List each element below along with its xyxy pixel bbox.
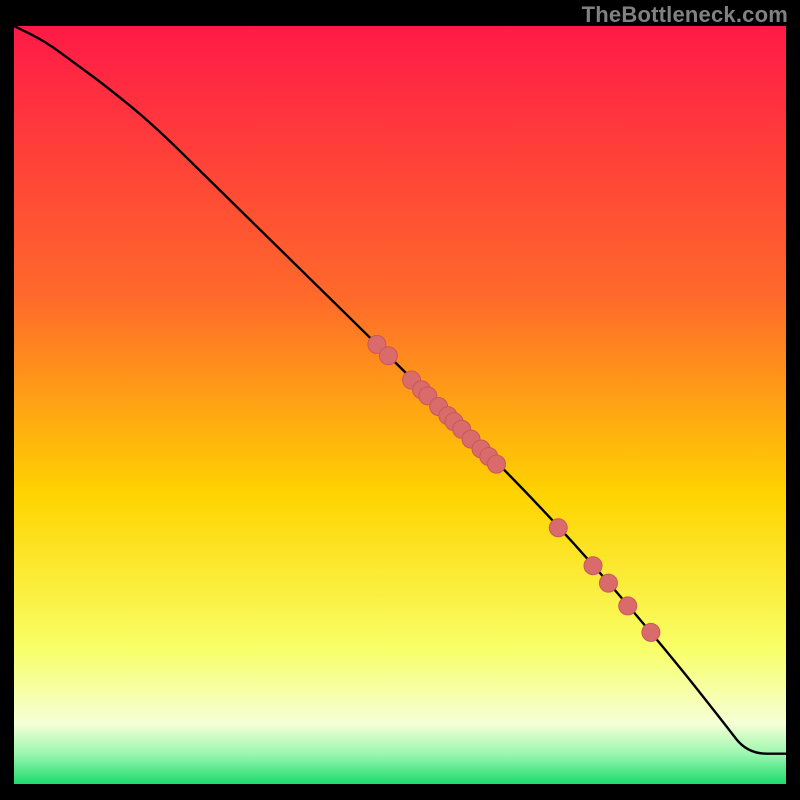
data-marker <box>549 519 567 537</box>
data-marker <box>584 557 602 575</box>
watermark-text: TheBottleneck.com <box>582 2 788 28</box>
plot-background <box>14 26 786 784</box>
data-marker <box>488 455 506 473</box>
data-marker <box>642 623 660 641</box>
chart-svg <box>0 0 800 800</box>
data-marker <box>619 597 637 615</box>
data-marker <box>599 574 617 592</box>
data-marker <box>379 347 397 365</box>
chart-stage: TheBottleneck.com <box>0 0 800 800</box>
